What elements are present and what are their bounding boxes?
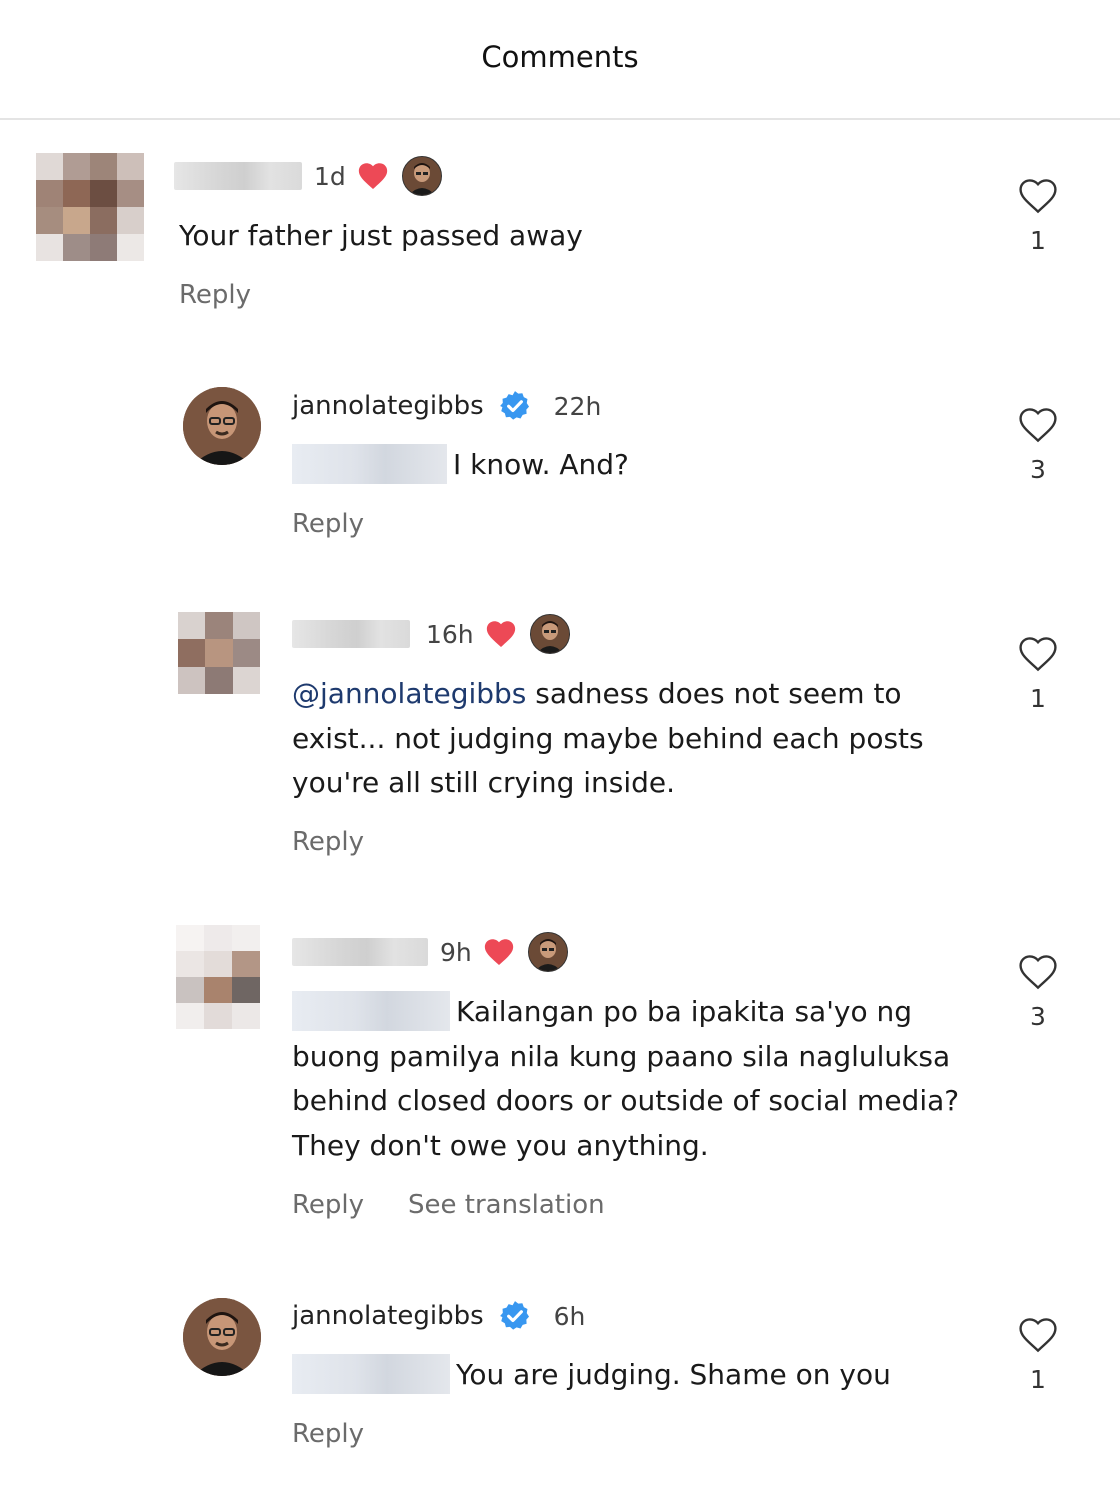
timestamp: 16h bbox=[426, 619, 474, 649]
timestamp: 9h bbox=[440, 937, 472, 967]
blurred-mention bbox=[292, 1354, 450, 1394]
like-button[interactable]: 3 bbox=[1008, 403, 1068, 484]
blurred-mention bbox=[292, 991, 450, 1031]
heart-outline-icon bbox=[1019, 955, 1057, 990]
comment-text: You are judging. Shame on you bbox=[292, 1353, 992, 1398]
reply-button[interactable]: Reply bbox=[292, 1419, 364, 1449]
like-button[interactable]: 1 bbox=[1008, 632, 1068, 713]
verified-badge-icon bbox=[499, 1301, 529, 1330]
comment-body: I know. And? bbox=[453, 448, 629, 481]
comment-text: Your father just passed away bbox=[179, 219, 583, 252]
comment-body: You are judging. Shame on you bbox=[456, 1358, 891, 1391]
comment-text: @jannolategibbs sadness does not seem to… bbox=[292, 672, 972, 806]
timestamp: 6h bbox=[553, 1301, 586, 1331]
comment-text: I know. And? bbox=[292, 443, 992, 488]
like-button[interactable]: 1 bbox=[1008, 174, 1068, 255]
like-button[interactable]: 1 bbox=[1008, 1313, 1068, 1394]
reply-button[interactable]: Reply bbox=[179, 280, 251, 310]
like-button[interactable]: 3 bbox=[1008, 950, 1068, 1031]
like-count: 1 bbox=[1030, 684, 1046, 713]
author-liked-heart-icon bbox=[486, 621, 515, 648]
like-count: 1 bbox=[1030, 226, 1046, 255]
username-link[interactable]: jannolategibbs bbox=[292, 1301, 484, 1331]
username-link[interactable]: jannolategibbs bbox=[292, 391, 484, 421]
heart-outline-icon bbox=[1019, 408, 1057, 443]
timestamp: 1d bbox=[314, 161, 346, 191]
timestamp: 22h bbox=[553, 391, 602, 421]
blurred-username[interactable] bbox=[174, 162, 302, 190]
reply-button[interactable]: Reply bbox=[292, 1190, 364, 1220]
reply-button[interactable]: Reply bbox=[292, 827, 364, 857]
comment-text: Kailangan po ba ipakita sa'yo ng buong p… bbox=[292, 990, 982, 1168]
heart-outline-icon bbox=[1019, 637, 1057, 672]
author-liked-heart-icon bbox=[484, 939, 513, 966]
blurred-avatar[interactable] bbox=[36, 153, 144, 261]
blurred-username[interactable] bbox=[292, 938, 428, 966]
blurred-avatar[interactable] bbox=[178, 612, 260, 694]
author-avatar-icon bbox=[527, 932, 568, 972]
blurred-username[interactable] bbox=[292, 620, 410, 648]
author-liked-heart-icon bbox=[358, 163, 387, 190]
reply-button[interactable]: Reply bbox=[292, 509, 364, 539]
verified-badge-icon bbox=[499, 391, 529, 420]
heart-outline-icon bbox=[1019, 179, 1057, 214]
mention-link[interactable]: @jannolategibbs bbox=[292, 677, 526, 710]
author-avatar-icon bbox=[529, 614, 570, 654]
see-translation-button[interactable]: See translation bbox=[408, 1190, 605, 1220]
like-count: 3 bbox=[1030, 1002, 1046, 1031]
avatar[interactable] bbox=[183, 387, 261, 465]
blurred-avatar[interactable] bbox=[176, 925, 260, 1029]
blurred-mention bbox=[292, 444, 447, 484]
avatar[interactable] bbox=[183, 1298, 261, 1376]
like-count: 1 bbox=[1030, 1365, 1046, 1394]
comments-header: Comments bbox=[0, 0, 1120, 120]
author-avatar-icon bbox=[401, 156, 442, 196]
heart-outline-icon bbox=[1019, 1318, 1057, 1353]
page-title: Comments bbox=[481, 40, 639, 74]
like-count: 3 bbox=[1030, 455, 1046, 484]
